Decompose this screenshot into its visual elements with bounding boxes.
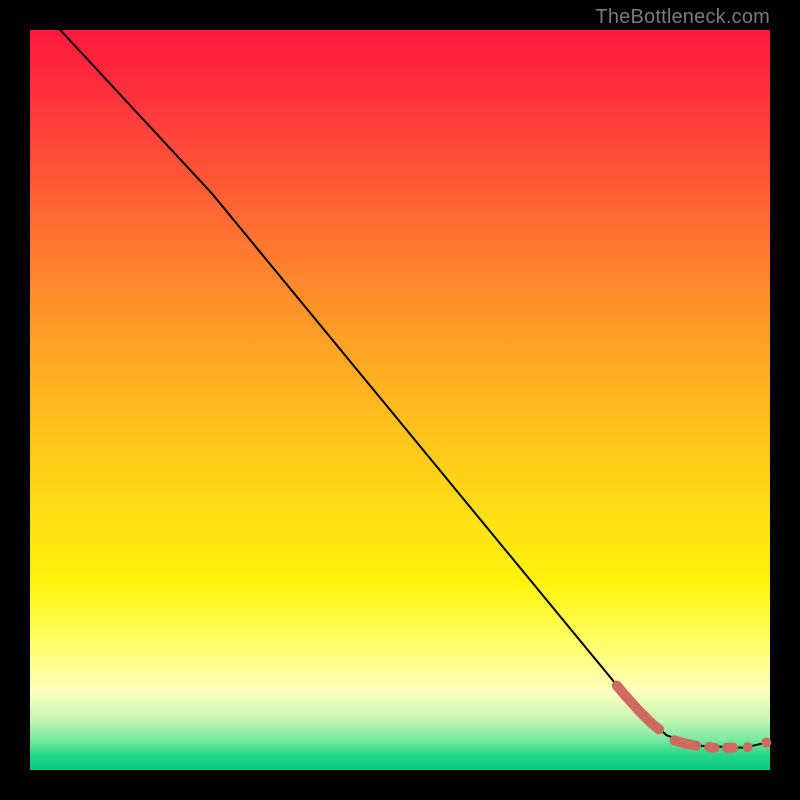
highlight-markers: [612, 681, 772, 753]
plot-area: [30, 30, 770, 770]
chart-stage: TheBottleneck.com: [0, 0, 800, 800]
chart-overlay: [30, 30, 770, 770]
bottleneck-curve: [60, 30, 766, 748]
watermark-text: TheBottleneck.com: [595, 6, 770, 29]
